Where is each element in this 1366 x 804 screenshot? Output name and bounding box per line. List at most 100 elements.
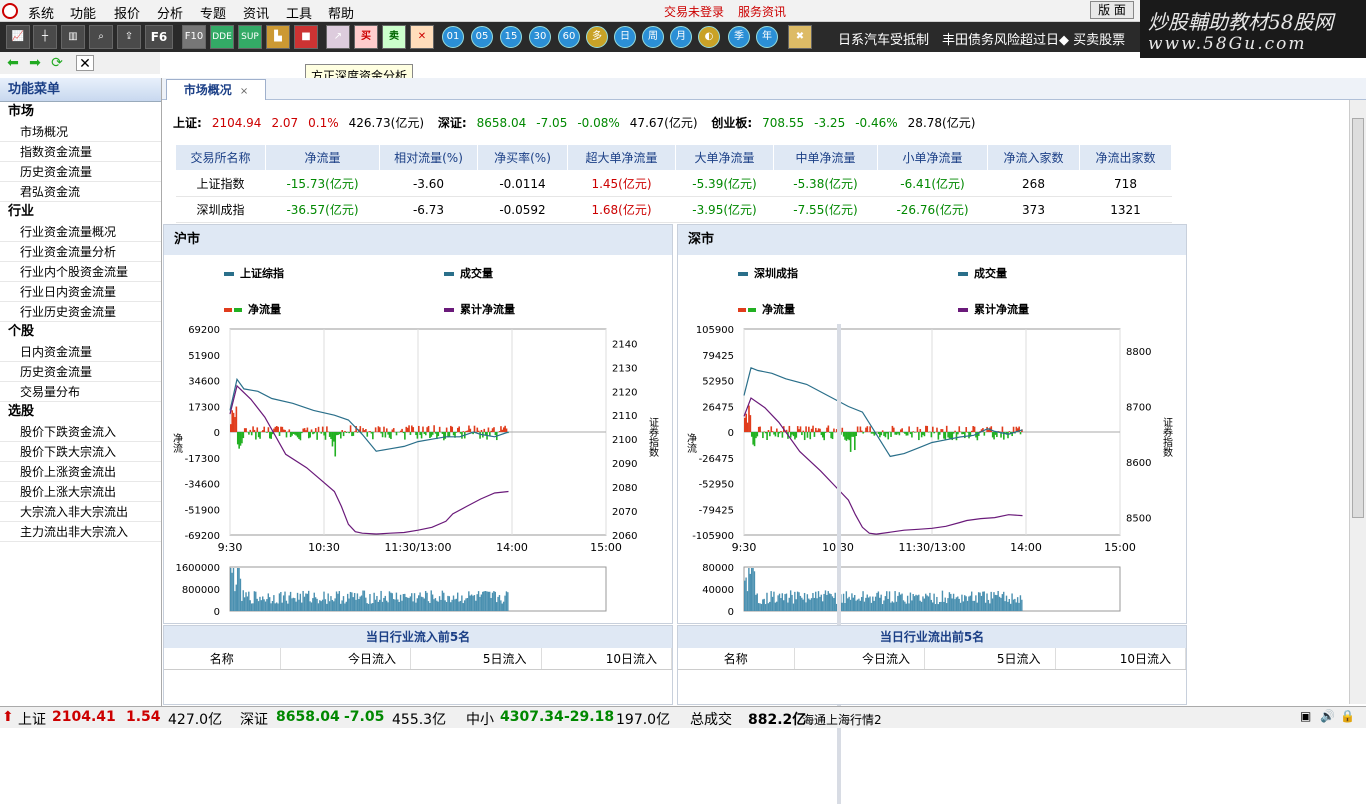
period-day-button[interactable]: 日	[614, 26, 636, 48]
close-icon[interactable]: ✕	[76, 55, 94, 71]
sidebar-item-screen-5[interactable]: 大宗流入非大宗流出	[0, 502, 161, 522]
sidebar-item-industry-intraday[interactable]: 行业日内资金流量	[0, 282, 161, 302]
tab-close-icon[interactable]: ×	[240, 86, 248, 97]
col-header[interactable]: 名称	[164, 648, 281, 669]
menu-item-news[interactable]: 资讯	[243, 3, 269, 22]
back-arrow-icon[interactable]: ⬅	[4, 55, 22, 71]
status-tray-icon[interactable]: ▣	[1300, 709, 1311, 723]
tab-market-overview[interactable]: 市场概况×	[166, 79, 266, 100]
col-header[interactable]: 净流出家数	[1080, 145, 1172, 171]
legend-volume[interactable]: 成交量	[958, 265, 1007, 281]
menu-item-help[interactable]: 帮助	[328, 3, 354, 22]
legend-index[interactable]: 深圳成指	[738, 265, 798, 281]
sidebar-item-history-flow[interactable]: 历史资金流量	[0, 162, 161, 182]
col-header[interactable]: 净买率(%)	[478, 145, 568, 171]
table-row[interactable]: 深圳成指 -36.57(亿元) -6.73 -0.0592 1.68(亿元) -…	[176, 197, 1172, 223]
col-header[interactable]: 净流入家数	[988, 145, 1080, 171]
lock-icon[interactable]: 🔒	[1340, 709, 1355, 723]
col-header[interactable]: 小单净流量	[878, 145, 988, 171]
legend-index[interactable]: 上证综指	[224, 265, 284, 281]
f10-icon[interactable]: F10	[182, 25, 206, 49]
sidebar-item-screen-2[interactable]: 股价下跌大宗流入	[0, 442, 161, 462]
sidebar-item-screen-1[interactable]: 股价下跌资金流入	[0, 422, 161, 442]
period-30min-button[interactable]: 30	[529, 26, 551, 48]
sidebar-category-stock[interactable]: 个股	[0, 322, 161, 342]
period-extra-icon[interactable]: ◐	[698, 26, 720, 48]
legend-cum-flow[interactable]: 累计净流量	[958, 301, 1029, 317]
sidebar-item-screen-6[interactable]: 主力流出非大宗流入	[0, 522, 161, 542]
legend-cum-flow[interactable]: 累计净流量	[444, 301, 515, 317]
col-header[interactable]: 10日流入	[542, 648, 673, 669]
bar-chart-icon[interactable]: ▥	[61, 25, 85, 49]
vertical-scrollbar[interactable]	[1349, 100, 1366, 704]
export-icon[interactable]: ⇪	[117, 25, 141, 49]
col-header[interactable]: 大单净流量	[676, 145, 774, 171]
sidebar-item-industry-stocks[interactable]: 行业内个股资金流量	[0, 262, 161, 282]
col-header[interactable]: 今日流入	[281, 648, 412, 669]
col-header[interactable]: 名称	[678, 648, 795, 669]
news-ticker[interactable]: 日系汽车受抵制 丰田债务风险超过日◆ 买卖股票	[838, 29, 1125, 48]
menu-item-tools[interactable]: 工具	[286, 3, 312, 22]
period-15min-button[interactable]: 15	[500, 26, 522, 48]
menu-item-function[interactable]: 功能	[70, 3, 96, 22]
period-year-button[interactable]: 年	[756, 26, 778, 48]
dde-icon[interactable]: DDE	[210, 25, 234, 49]
sidebar-category-market[interactable]: 市场	[0, 102, 161, 122]
col-header[interactable]: 超大单净流量	[568, 145, 676, 171]
tools-icon[interactable]: ✖	[788, 25, 812, 49]
col-header[interactable]: 中单净流量	[774, 145, 878, 171]
search-icon[interactable]: ⌕	[89, 25, 113, 49]
sidebar-item-intraday-flow[interactable]: 日内资金流量	[0, 342, 161, 362]
f6-button[interactable]: F6	[145, 25, 173, 49]
cancel-order-icon[interactable]: ✕	[410, 25, 434, 49]
chart-line-icon[interactable]: 📈	[6, 25, 30, 49]
forward-arrow-icon[interactable]: ➡	[26, 55, 44, 71]
sidebar-item-junhong-flow[interactable]: 君弘资金流	[0, 182, 161, 202]
sidebar-item-stock-history-flow[interactable]: 历史资金流量	[0, 362, 161, 382]
box-icon[interactable]: ■	[294, 25, 318, 49]
col-header[interactable]: 5日流入	[925, 648, 1056, 669]
sidebar-category-screening[interactable]: 选股	[0, 402, 161, 422]
trend-icon[interactable]: ↗	[326, 25, 350, 49]
layout-button[interactable]: 版 面	[1090, 1, 1134, 19]
period-multi-icon[interactable]: 多	[586, 26, 608, 48]
refresh-icon[interactable]: ⟳	[48, 55, 66, 71]
sell-button[interactable]: 卖	[382, 25, 406, 49]
col-header[interactable]: 今日流入	[795, 648, 926, 669]
trade-login-link[interactable]: 交易未登录	[664, 3, 724, 20]
legend-net-flow[interactable]: 净流量	[224, 301, 281, 317]
period-5min-button[interactable]: 05	[471, 26, 493, 48]
menu-item-quote[interactable]: 报价	[114, 3, 140, 22]
sidebar-category-industry[interactable]: 行业	[0, 202, 161, 222]
col-header[interactable]: 5日流入	[411, 648, 542, 669]
legend-volume[interactable]: 成交量	[444, 265, 493, 281]
col-header[interactable]: 相对流量(%)	[380, 145, 478, 171]
sidebar-item-industry-history[interactable]: 行业历史资金流量	[0, 302, 161, 322]
period-week-button[interactable]: 周	[642, 26, 664, 48]
col-header[interactable]: 交易所名称	[176, 145, 266, 171]
kline-icon[interactable]: ┼	[33, 25, 57, 49]
col-header[interactable]: 10日流入	[1056, 648, 1187, 669]
sidebar-item-market-overview[interactable]: 市场概况	[0, 122, 161, 142]
sidebar-item-industry-analysis[interactable]: 行业资金流量分析	[0, 242, 161, 262]
col-header[interactable]: 净流量	[266, 145, 380, 171]
sidebar-item-screen-4[interactable]: 股价上涨大宗流出	[0, 482, 161, 502]
service-info-link[interactable]: 服务资讯	[738, 3, 786, 20]
menu-item-analysis[interactable]: 分析	[157, 3, 183, 22]
period-60min-button[interactable]: 60	[558, 26, 580, 48]
chart-icon[interactable]: ▙	[266, 25, 290, 49]
sound-icon[interactable]: 🔊	[1320, 709, 1335, 723]
period-season-button[interactable]: 季	[728, 26, 750, 48]
period-1min-button[interactable]: 01	[442, 26, 464, 48]
table-row[interactable]: 上证指数 -15.73(亿元) -3.60 -0.0114 1.45(亿元) -…	[176, 171, 1172, 197]
scrollbar-thumb[interactable]	[1352, 118, 1364, 518]
sidebar-item-volume-distribution[interactable]: 交易量分布	[0, 382, 161, 402]
sidebar-item-screen-3[interactable]: 股价上涨资金流出	[0, 462, 161, 482]
sidebar-item-industry-overview[interactable]: 行业资金流量概况	[0, 222, 161, 242]
legend-net-flow[interactable]: 净流量	[738, 301, 795, 317]
sidebar-item-index-flow[interactable]: 指数资金流量	[0, 142, 161, 162]
period-month-button[interactable]: 月	[670, 26, 692, 48]
menu-item-topic[interactable]: 专题	[200, 3, 226, 22]
menu-item-system[interactable]: 系统	[28, 3, 54, 22]
buy-button[interactable]: 买	[354, 25, 378, 49]
